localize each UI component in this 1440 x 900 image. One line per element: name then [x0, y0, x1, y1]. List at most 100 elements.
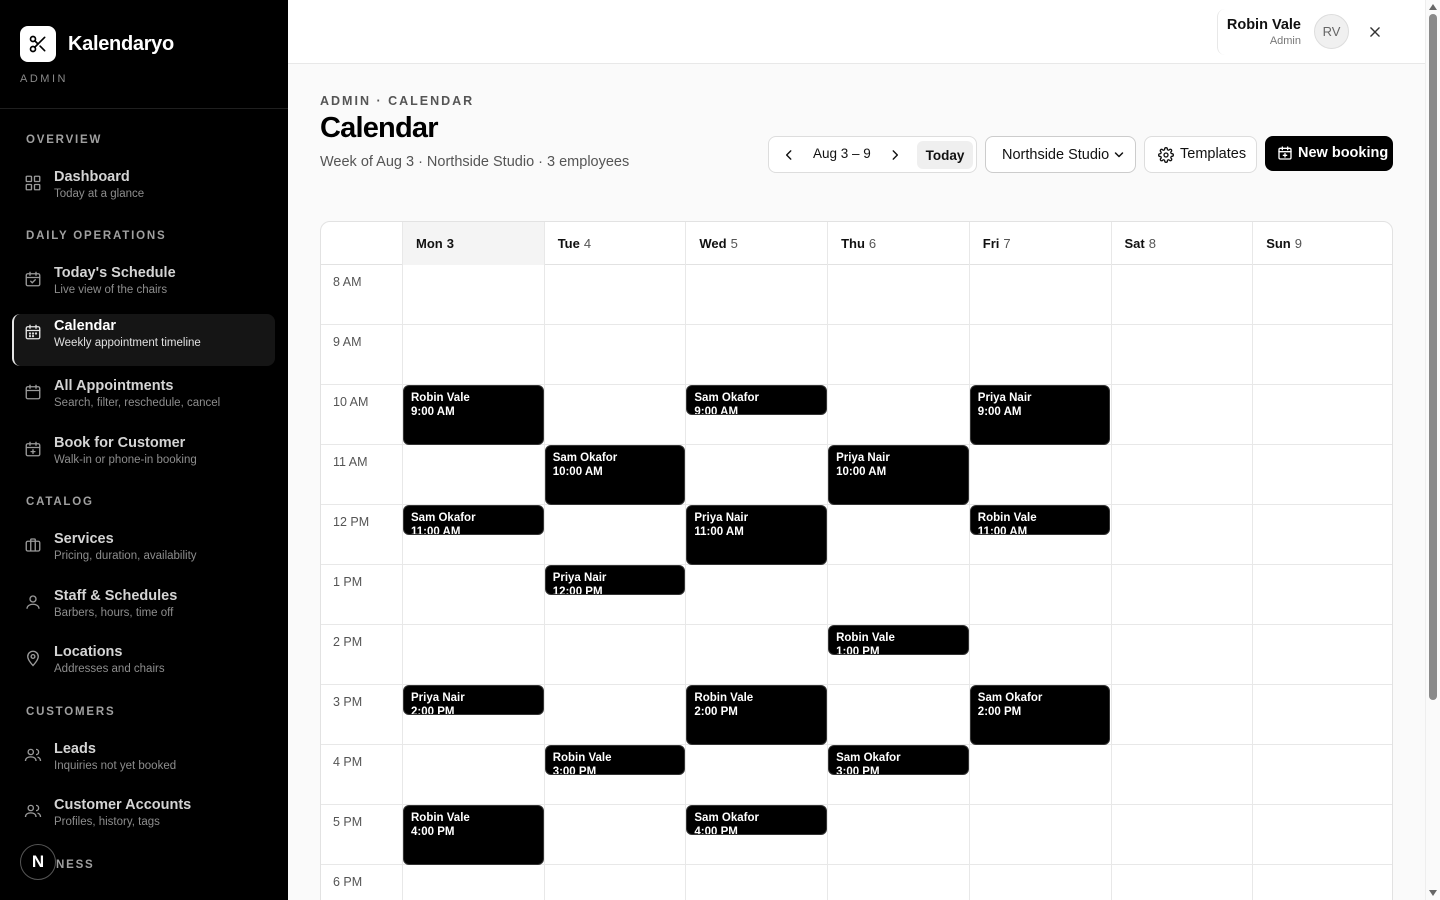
chevron-right-icon[interactable] [885, 145, 905, 165]
appointment-customer: Priya Nair [411, 692, 465, 704]
scroll-up-arrow-icon[interactable] [1429, 4, 1437, 10]
sidebar-item-sub: Pricing, duration, availability [54, 550, 197, 562]
appointment-block[interactable]: Priya Nair 2:00 PM [403, 685, 544, 715]
hour-row[interactable]: 1 PM [321, 565, 1392, 625]
next-dev-badge[interactable]: N [20, 844, 56, 880]
hour-label: 1 PM [333, 575, 363, 589]
avatar[interactable]: RV [1314, 14, 1349, 49]
hour-label: 12 PM [333, 515, 370, 529]
sidebar-item-staff-schedules[interactable]: Staff & Schedules Barbers, hours, time o… [12, 584, 275, 636]
sidebar-item-label: Services [54, 531, 114, 547]
day-column-divider [1252, 265, 1254, 900]
appointment-time: 4:00 PM [411, 826, 455, 838]
day-column-divider [402, 265, 403, 900]
appointment-block[interactable]: Priya Nair 9:00 AM [969, 385, 1111, 445]
appointment-block[interactable]: Sam Okafor 10:00 AM [544, 445, 686, 505]
sidebar-item-sub: Barbers, hours, time off [54, 607, 174, 619]
hour-label: 8 AM [333, 275, 362, 289]
map-pin-icon [27, 650, 39, 667]
breadcrumb: ADMIN · CALENDAR [320, 94, 475, 108]
appointment-customer: Robin Vale [977, 512, 1037, 524]
brand[interactable]: Kalendaryo [20, 26, 174, 62]
appointment-block[interactable]: Robin Vale 9:00 AM [403, 385, 544, 445]
appointment-block[interactable]: Sam Okafor 3:00 PM [828, 745, 969, 775]
page-scrollbar[interactable] [1425, 0, 1440, 900]
chevron-left-icon[interactable] [779, 145, 799, 165]
appointment-time: 9:00 AM [694, 406, 739, 415]
day-date: 6 [868, 236, 877, 251]
appointment-block[interactable]: Robin Vale 3:00 PM [544, 745, 686, 775]
hour-label: 9 AM [333, 335, 362, 349]
day-header-sat: Sat 8 [1110, 222, 1253, 265]
day-name: Wed 5 [699, 236, 738, 251]
sidebar-item-dashboard[interactable]: Dashboard Today at a glance [12, 165, 275, 217]
sidebar-item-label: Leads [54, 741, 96, 757]
appointment-time: 10:00 AM [552, 466, 603, 478]
briefcase-icon [25, 538, 41, 552]
user-menu[interactable]: Robin Vale Admin RV [1217, 9, 1421, 55]
appointment-time: 11:00 AM [694, 526, 744, 538]
appointment-block[interactable]: Sam Okafor 9:00 AM [686, 385, 828, 415]
day-name: Fri 7 [982, 236, 1011, 251]
scissors-icon [20, 26, 56, 62]
week-calendar: Mon 3 Tue 4 Wed 5 Thu 6 Fri 7 Sat 8 Sun 9 8 AM 9 AM 10 … [320, 221, 1393, 900]
today-button[interactable]: Today [917, 141, 973, 169]
sidebar-item-leads[interactable]: Leads Inquiries not yet booked [12, 737, 275, 789]
appointment-block[interactable]: Sam Okafor 11:00 AM [403, 505, 544, 535]
appointment-customer: Priya Nair [836, 452, 890, 464]
day-column-divider [1110, 265, 1112, 900]
appointment-block[interactable]: Robin Vale 11:00 AM [969, 505, 1111, 535]
sidebar-item-todays-schedule[interactable]: Today's Schedule Live view of the chairs [12, 261, 275, 313]
appointment-time: 2:00 PM [694, 706, 738, 718]
sidebar-item-services[interactable]: Services Pricing, duration, availability [12, 527, 275, 579]
user-role: Admin [1269, 35, 1301, 47]
appointment-block[interactable]: Robin Vale 2:00 PM [686, 685, 828, 745]
new-booking-button-label: New booking [1298, 145, 1389, 161]
sidebar-item-all-appointments[interactable]: All Appointments Search, filter, resched… [12, 374, 275, 426]
day-date: 9 [1294, 236, 1302, 251]
day-header-wed: Wed 5 [685, 222, 827, 265]
appointment-customer: Robin Vale [411, 812, 470, 824]
section-overview: OVERVIEW [26, 134, 103, 146]
close-icon[interactable] [1365, 22, 1385, 42]
sidebar-item-customer-accounts[interactable]: Customer Accounts Profiles, history, tag… [12, 793, 275, 845]
sidebar-item-calendar[interactable]: Calendar Weekly appointment timeline [12, 314, 275, 366]
day-column-divider [968, 265, 970, 900]
week-navigator: Aug 3 – 9 Today [768, 136, 977, 173]
sidebar-item-label: Today's Schedule [54, 265, 176, 281]
appointment-time: 2:00 PM [411, 706, 455, 715]
day-column-divider [685, 265, 687, 900]
sidebar-item-locations[interactable]: Locations Addresses and chairs [12, 640, 275, 692]
hour-label: 3 PM [333, 695, 363, 709]
appointment-block[interactable]: Sam Okafor 4:00 PM [686, 805, 828, 835]
sidebar-item-book-for-customer[interactable]: Book for Customer Walk-in or phone-in bo… [12, 431, 275, 483]
appointment-block[interactable]: Priya Nair 10:00 AM [828, 445, 969, 505]
sidebar-item-sub: Inquiries not yet booked [54, 760, 177, 772]
hour-label: 10 AM [333, 395, 369, 409]
scroll-thumb[interactable] [1429, 14, 1437, 700]
hour-row[interactable]: 8 AM [321, 265, 1392, 325]
hour-row[interactable]: 9 AM [321, 325, 1392, 385]
location-select[interactable]: Northside Studio [985, 136, 1136, 173]
templates-button[interactable]: Templates [1144, 136, 1257, 173]
appointment-customer: Robin Vale [411, 392, 470, 404]
sidebar-item-sub: Walk-in or phone-in booking [54, 454, 197, 466]
appointment-block[interactable]: Robin Vale 1:00 PM [828, 625, 969, 655]
appointment-block[interactable]: Sam Okafor 2:00 PM [969, 685, 1111, 745]
week-range-label: Aug 3 – 9 [813, 146, 871, 161]
appointment-time: 4:00 PM [694, 826, 738, 835]
appointment-block[interactable]: Robin Vale 4:00 PM [403, 805, 544, 865]
appointment-block[interactable]: Priya Nair 12:00 PM [544, 565, 686, 595]
appointment-customer: Sam Okafor [552, 452, 618, 464]
hour-row[interactable]: 6 PM [321, 865, 1392, 900]
scroll-down-arrow-icon[interactable] [1429, 890, 1437, 896]
new-booking-button[interactable]: New booking [1265, 136, 1393, 171]
day-name: Tue 4 [557, 236, 592, 251]
appointment-time: 11:00 AM [411, 526, 461, 535]
chevron-down-icon [1114, 152, 1124, 158]
day-name: Thu 6 [841, 236, 877, 251]
page-subtitle: Week of Aug 3 · Northside Studio · 3 emp… [320, 154, 630, 170]
section-daily-operations: DAILY OPERATIONS [26, 230, 167, 242]
appointment-customer: Sam Okafor [694, 812, 759, 824]
appointment-block[interactable]: Priya Nair 11:00 AM [686, 505, 828, 565]
